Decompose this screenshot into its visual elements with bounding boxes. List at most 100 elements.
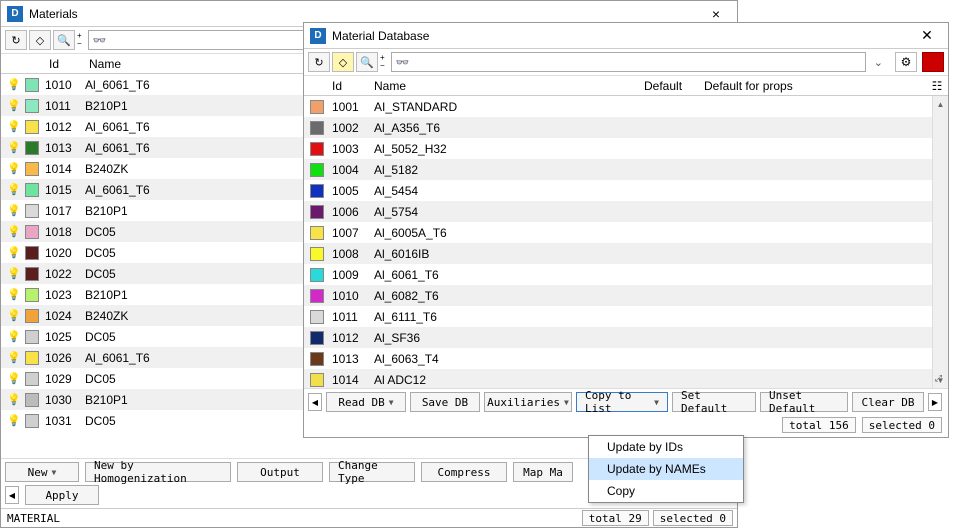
bulb-icon: 💡 <box>7 246 25 259</box>
color-swatch <box>310 247 324 261</box>
menu-update-by-names[interactable]: Update by NAMEs <box>589 458 743 480</box>
col-id-header[interactable]: Id <box>332 79 374 93</box>
menu-copy[interactable]: Copy <box>589 480 743 502</box>
table-row[interactable]: 1005Al_5454 <box>304 180 948 201</box>
table-row[interactable]: 1008Al_6016IB <box>304 243 948 264</box>
database-table-header: Id Name Default Default for props ☷ <box>304 76 948 96</box>
table-row[interactable]: 1006Al_5754 <box>304 201 948 222</box>
row-name: Al_6061_T6 <box>374 268 948 282</box>
settings-button[interactable]: ⚙ <box>895 52 917 72</box>
close-icon[interactable]: × <box>701 6 731 22</box>
row-id: 1007 <box>332 226 374 240</box>
color-swatch <box>25 183 39 197</box>
table-row[interactable]: 1010Al_6082_T6 <box>304 285 948 306</box>
row-name: Al_6016IB <box>374 247 948 261</box>
color-swatch <box>25 246 39 260</box>
set-default-button[interactable]: Set Default <box>672 392 756 412</box>
read-db-button[interactable]: Read DB <box>326 392 406 412</box>
table-row[interactable]: 1001AI_STANDARD <box>304 96 948 117</box>
table-row[interactable]: 1004Al_5182 <box>304 159 948 180</box>
color-swatch <box>25 99 39 113</box>
row-id: 1004 <box>332 163 374 177</box>
highlight-button[interactable]: ◇ <box>332 52 354 72</box>
row-id: 1023 <box>45 288 85 302</box>
row-id: 1012 <box>45 120 85 134</box>
table-row[interactable]: 1012Al_SF36 <box>304 327 948 348</box>
row-id: 1024 <box>45 309 85 323</box>
database-window: D Material Database ✕ ↻ ◇ 🔍 +− 👓 ⌄ ⚙ Id … <box>303 22 949 438</box>
output-button[interactable]: Output <box>237 462 323 482</box>
color-swatch <box>25 225 39 239</box>
save-db-button[interactable]: Save DB <box>410 392 480 412</box>
table-row[interactable]: 1011Al_6111_T6 <box>304 306 948 327</box>
zoom-button[interactable]: 🔍 <box>53 30 75 50</box>
zoom-plus-minus[interactable]: +− <box>77 32 82 48</box>
refresh-button[interactable]: ↻ <box>5 30 27 50</box>
row-id: 1013 <box>332 352 374 366</box>
color-swatch <box>310 289 324 303</box>
stop-button[interactable] <box>922 52 944 72</box>
change-type-button[interactable]: Change Type <box>329 462 415 482</box>
bulb-icon: 💡 <box>7 288 25 301</box>
clear-db-button[interactable]: Clear DB <box>852 392 924 412</box>
row-name: Al ADC12 <box>374 373 948 387</box>
col-id-header[interactable]: Id <box>43 57 83 71</box>
row-id: 1010 <box>45 78 85 92</box>
copy-to-list-button[interactable]: Copy to List <box>576 392 668 412</box>
bulb-icon: 💡 <box>7 330 25 343</box>
close-icon[interactable]: ✕ <box>912 27 942 44</box>
color-swatch <box>25 351 39 365</box>
erase-button[interactable]: ◇ <box>29 30 51 50</box>
table-row[interactable]: 1003Al_5052_H32 <box>304 138 948 159</box>
bulb-icon: 💡 <box>7 414 25 427</box>
new-homogenization-button[interactable]: New by Homogenization <box>85 462 231 482</box>
new-button[interactable]: New <box>5 462 79 482</box>
color-swatch <box>310 163 324 177</box>
expand-icon[interactable]: ⤢ <box>935 373 942 384</box>
zoom-button[interactable]: 🔍 <box>356 52 378 72</box>
row-id: 1001 <box>332 100 374 114</box>
refresh-button[interactable]: ↻ <box>308 52 330 72</box>
color-swatch <box>310 100 324 114</box>
unset-default-button[interactable]: Unset Default <box>760 392 848 412</box>
nav-right-button[interactable]: ▶ <box>928 393 942 411</box>
auxiliaries-button[interactable]: Auxiliaries <box>484 392 572 412</box>
row-id: 1017 <box>45 204 85 218</box>
row-id: 1030 <box>45 393 85 407</box>
table-row[interactable]: 1007Al_6005A_T6 <box>304 222 948 243</box>
table-row[interactable]: 1013Al_6063_T4 <box>304 348 948 369</box>
col-default-header[interactable]: Default <box>644 79 704 93</box>
menu-update-by-ids[interactable]: Update by IDs <box>589 436 743 458</box>
table-row[interactable]: 1014Al ADC12 <box>304 369 948 388</box>
row-name: Al_SF36 <box>374 331 948 345</box>
nav-left-button[interactable]: ◀ <box>5 486 19 504</box>
col-default-props-header[interactable]: Default for props <box>704 79 926 93</box>
scrollbar[interactable]: ▲ ▼ <box>932 96 948 388</box>
search-input[interactable]: 👓 <box>391 52 866 72</box>
map-button[interactable]: Map Ma <box>513 462 573 482</box>
color-swatch <box>25 120 39 134</box>
database-toolbar: ↻ ◇ 🔍 +− 👓 ⌄ ⚙ <box>304 49 948 76</box>
table-row[interactable]: 1009Al_6061_T6 <box>304 264 948 285</box>
col-name-header[interactable]: Name <box>374 79 644 93</box>
status-selected: selected 0 <box>653 510 733 526</box>
search-dropdown-icon[interactable]: ⌄ <box>874 56 883 69</box>
color-swatch <box>310 205 324 219</box>
apply-button[interactable]: Apply <box>25 485 99 505</box>
row-id: 1008 <box>332 247 374 261</box>
bulb-icon: 💡 <box>7 351 25 364</box>
color-swatch <box>25 414 39 428</box>
scroll-up-icon[interactable]: ▲ <box>933 96 948 112</box>
color-swatch <box>310 352 324 366</box>
column-options-icon[interactable]: ☷ <box>926 79 948 93</box>
row-id: 1006 <box>332 205 374 219</box>
row-name: Al_5754 <box>374 205 948 219</box>
zoom-plus-minus[interactable]: +− <box>380 54 385 70</box>
nav-left-button[interactable]: ◀ <box>308 393 322 411</box>
color-swatch <box>310 310 324 324</box>
table-row[interactable]: 1002Al_A356_T6 <box>304 117 948 138</box>
color-swatch <box>310 268 324 282</box>
status-total: total 156 <box>782 417 856 433</box>
row-name: Al_6082_T6 <box>374 289 948 303</box>
compress-button[interactable]: Compress <box>421 462 507 482</box>
